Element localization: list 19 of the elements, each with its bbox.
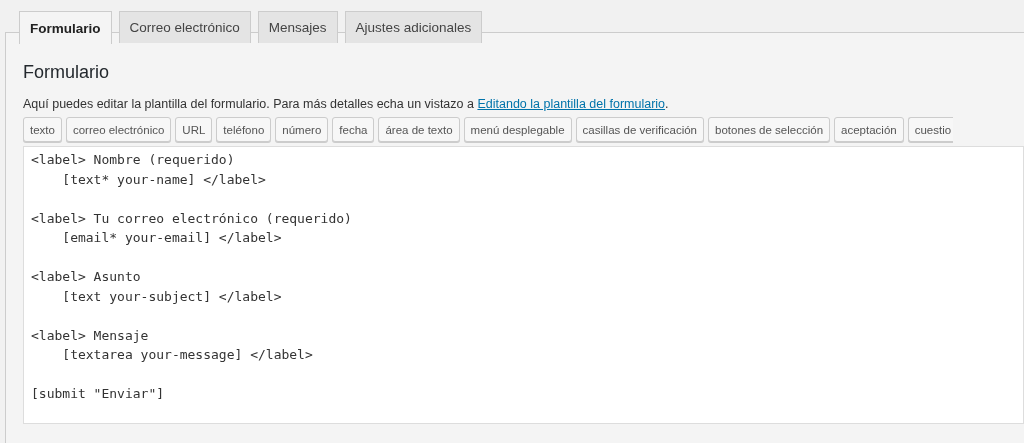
tag-button[interactable]: URL <box>175 117 213 142</box>
tag-button[interactable]: aceptación <box>834 117 904 142</box>
tag-button[interactable]: cuestio <box>907 117 954 142</box>
tab[interactable]: Formulario <box>19 11 112 44</box>
tag-button[interactable]: teléfono <box>216 117 272 142</box>
tag-button[interactable]: área de texto <box>378 117 460 142</box>
tab[interactable]: Mensajes <box>257 11 338 43</box>
tab[interactable]: Ajustes adicionales <box>344 11 483 43</box>
tag-button[interactable]: texto <box>23 117 62 142</box>
template-editor[interactable]: <label> Nombre (requerido) [text* your-name] </label> <label> Tu correo electrónico (requerido) [email* your-email] </label> <label> Asunto [text your-subject] </label> <label> Mensaje [textarea your-message] </label> [submit "Enviar"] <box>23 146 1024 424</box>
tag-button[interactable]: número <box>275 117 329 142</box>
description-text: Aquí puedes editar la plantilla del formulario. Para más detalles echa un vistazo a Editando la plantilla del formulario. <box>23 96 670 112</box>
tag-button[interactable]: correo electrónico <box>65 117 172 142</box>
section-heading: Formulario <box>23 61 111 84</box>
tag-button[interactable]: casillas de verificación <box>575 117 704 142</box>
tab[interactable]: Correo electrónico <box>118 11 251 43</box>
tag-button[interactable]: menú desplegable <box>463 117 572 142</box>
tag-button[interactable]: botones de selección <box>708 117 831 142</box>
tag-button[interactable]: fecha <box>332 117 375 142</box>
